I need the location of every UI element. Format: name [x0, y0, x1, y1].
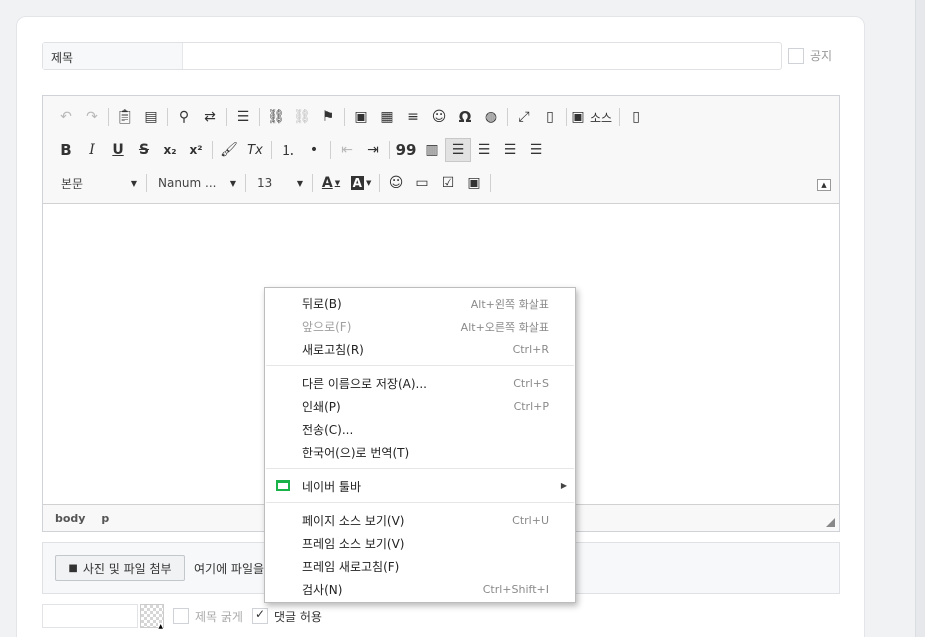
menu-item-naver-toolbar[interactable]: 네이버 툴바 ▶	[265, 475, 575, 498]
title-field: 제목	[42, 42, 782, 70]
naver-toolbar-icon	[276, 480, 290, 491]
superscript-button[interactable]: x²	[183, 138, 209, 162]
image-icon[interactable]: ▣	[348, 105, 374, 129]
menu-item-print[interactable]: 인쇄(P) Ctrl+P	[265, 395, 575, 418]
post-options: 제목 굵게 댓글 허용	[42, 604, 322, 630]
format-dropdown[interactable]: 본문 ▼	[53, 171, 143, 195]
path-p[interactable]: p	[101, 512, 109, 525]
page-scrollbar[interactable]	[915, 0, 925, 637]
source-icon[interactable]: ▣	[570, 105, 586, 129]
source-button-label[interactable]: 소스	[586, 105, 616, 129]
allow-comments-label: 댓글 허용	[273, 609, 322, 624]
menu-item-back[interactable]: 뒤로(B) Alt+왼쪽 화살표	[265, 292, 575, 315]
align-justify-icon[interactable]: ☰	[523, 138, 549, 162]
bold-title-option[interactable]: 제목 굵게	[173, 608, 243, 625]
smiley-icon[interactable]: ☺	[426, 105, 452, 129]
align-right-icon[interactable]: ☰	[497, 138, 523, 162]
submenu-arrow-icon: ▶	[560, 481, 567, 490]
redo-icon[interactable]: ↷	[79, 105, 105, 129]
menu-item-translate[interactable]: 한국어(으)로 번역(T)	[265, 441, 575, 464]
subscript-button[interactable]: x₂	[157, 138, 183, 162]
text-color-button[interactable]: A ▼	[316, 171, 346, 195]
bold-button[interactable]: B	[53, 138, 79, 162]
attach-files-button[interactable]: ■ 사진 및 파일 첨부	[55, 555, 185, 581]
maximize-icon[interactable]: ⤢	[511, 105, 537, 129]
media-icon[interactable]: ▣	[461, 171, 487, 195]
div-container-icon[interactable]: ▥	[419, 138, 445, 162]
indent-icon[interactable]: ⇥	[360, 138, 386, 162]
file-icon: ■	[68, 562, 78, 574]
underline-button[interactable]: U	[105, 138, 131, 162]
chevron-down-icon: ▼	[130, 178, 137, 188]
italic-button[interactable]: I	[79, 138, 105, 162]
paste-word-icon[interactable]: ▤	[138, 105, 164, 129]
anchor-icon[interactable]: ⚑	[315, 105, 341, 129]
allow-comments-option[interactable]: 댓글 허용	[251, 607, 322, 625]
bulleted-list-icon[interactable]: •	[301, 138, 327, 162]
title-color-input[interactable]	[42, 604, 138, 628]
drop-hint: 여기에 파일을	[194, 562, 265, 576]
menu-item-view-source[interactable]: 페이지 소스 보기(V) Ctrl+U	[265, 509, 575, 532]
remove-format-button[interactable]: Tx	[242, 138, 268, 162]
menu-item-reload[interactable]: 새로고침(R) Ctrl+R	[265, 338, 575, 361]
numbered-list-icon[interactable]: ⒈	[275, 138, 301, 162]
show-blocks-icon[interactable]: ▯	[537, 105, 563, 129]
iframe-icon[interactable]: ◍	[478, 105, 504, 129]
resize-handle[interactable]	[826, 518, 835, 527]
path-body[interactable]: body	[55, 512, 85, 525]
title-label: 제목	[43, 43, 183, 69]
bg-color-button[interactable]: A ▼	[346, 171, 376, 195]
collapse-toolbar-button[interactable]: ▲	[817, 179, 831, 191]
menu-item-inspect[interactable]: 검사(N) Ctrl+Shift+I	[265, 578, 575, 601]
font-value: Nanum ...	[158, 176, 217, 190]
insert-image-icon[interactable]: ▭	[409, 171, 435, 195]
unlink-icon[interactable]: ⛓	[289, 105, 315, 129]
notice-option[interactable]: 공지	[788, 47, 832, 64]
emoticon-icon[interactable]: ☺	[383, 171, 409, 195]
browser-context-menu: 뒤로(B) Alt+왼쪽 화살표 앞으로(F) Alt+오른쪽 화살표 새로고침(R…	[264, 287, 576, 603]
color-picker-button[interactable]	[140, 604, 164, 630]
table-icon[interactable]: ▦	[374, 105, 400, 129]
notice-checkbox[interactable]	[788, 47, 804, 64]
size-dropdown[interactable]: 13 ▼	[249, 171, 309, 195]
outdent-icon[interactable]: ⇤	[334, 138, 360, 162]
toolbar-row-3: 본문 ▼ Nanum ... ▼ 13 ▼ A ▼ A ▼ ☺ ▭ ☑ ▣	[53, 170, 494, 196]
replace-icon[interactable]: ⇄	[197, 105, 223, 129]
size-value: 13	[257, 176, 273, 190]
allow-comments-checkbox[interactable]	[251, 607, 268, 624]
chevron-down-icon: ▼	[296, 178, 303, 188]
new-page-icon[interactable]: ▯	[623, 105, 649, 129]
align-center-icon[interactable]: ☰	[471, 138, 497, 162]
notice-label: 공지	[810, 49, 833, 63]
align-left-icon[interactable]: ☰	[445, 138, 471, 162]
checkbox-icon[interactable]: ☑	[435, 171, 461, 195]
undo-icon[interactable]: ↶	[53, 105, 79, 129]
paste-icon[interactable]: 📋︎	[112, 105, 138, 129]
format-value: 본문	[61, 176, 84, 191]
bold-title-checkbox[interactable]	[173, 608, 189, 624]
copy-format-icon[interactable]: 🖌︎	[216, 138, 242, 162]
horizontal-rule-icon[interactable]: ≡	[400, 105, 426, 129]
bold-title-label: 제목 굵게	[195, 609, 243, 624]
menu-item-forward[interactable]: 앞으로(F) Alt+오른쪽 화살표	[265, 315, 575, 338]
toolbar-row-1: ↶ ↷ 📋︎ ▤ ⚲ ⇄ ☰ ⛓ ⛓ ⚑ ▣ ▦ ≡ ☺ Ω ◍ ⤢ ▯ ▣ 소…	[53, 104, 649, 130]
editor-toolbar: ↶ ↷ 📋︎ ▤ ⚲ ⇄ ☰ ⛓ ⛓ ⚑ ▣ ▦ ≡ ☺ Ω ◍ ⤢ ▯ ▣ 소…	[43, 96, 839, 204]
menu-item-cast[interactable]: 전송(C)...	[265, 418, 575, 441]
link-icon[interactable]: ⛓	[263, 105, 289, 129]
toolbar-row-2: B I U S x₂ x² 🖌︎ Tx ⒈ • ⇤ ⇥ 99 ▥ ☰ ☰ ☰ ☰	[53, 137, 549, 163]
title-input[interactable]	[184, 43, 780, 69]
blockquote-button[interactable]: 99	[393, 138, 419, 162]
strikethrough-button[interactable]: S	[131, 138, 157, 162]
chevron-down-icon: ▼	[229, 178, 236, 188]
font-dropdown[interactable]: Nanum ... ▼	[150, 171, 242, 195]
menu-item-save-as[interactable]: 다른 이름으로 저장(A)... Ctrl+S	[265, 372, 575, 395]
find-icon[interactable]: ⚲	[171, 105, 197, 129]
menu-item-view-frame-source[interactable]: 프레임 소스 보기(V)	[265, 532, 575, 555]
select-all-icon[interactable]: ☰	[230, 105, 256, 129]
menu-item-reload-frame[interactable]: 프레임 새로고침(F)	[265, 555, 575, 578]
special-char-icon[interactable]: Ω	[452, 105, 478, 129]
